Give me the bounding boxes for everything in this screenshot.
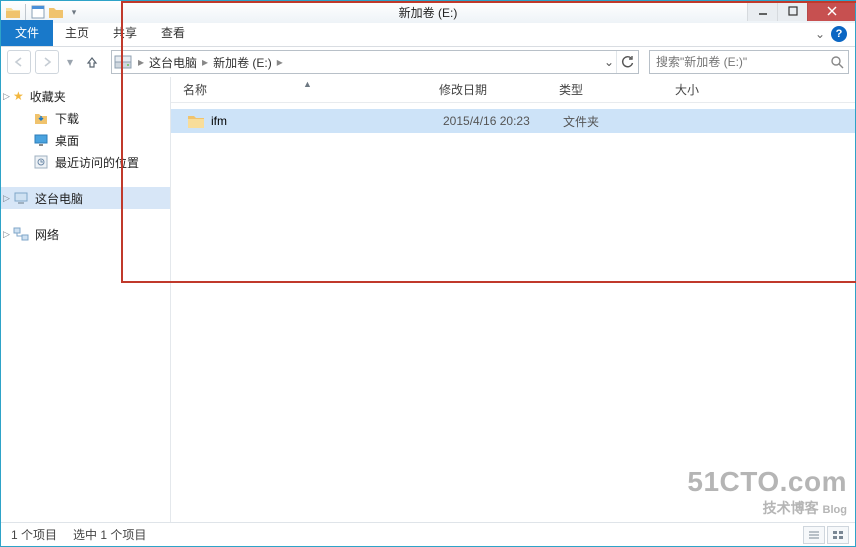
column-label: 名称 (183, 83, 207, 97)
sidebar-thispc[interactable]: ▷ 这台电脑 (1, 187, 170, 209)
column-date[interactable]: 修改日期 (439, 81, 559, 98)
column-name[interactable]: 名称 ▲ (183, 81, 439, 98)
view-switcher (803, 526, 849, 544)
thispc-group: ▷ 这台电脑 (1, 187, 170, 209)
expand-icon[interactable]: ▷ (3, 193, 13, 204)
address-dropdown-icon[interactable]: ⌄ (602, 55, 616, 69)
recent-icon (33, 154, 49, 170)
column-size[interactable]: 大小 (675, 81, 775, 98)
sidebar-downloads[interactable]: 下载 (1, 107, 170, 129)
file-list-pane: 名称 ▲ 修改日期 类型 大小 ifm 2015/4/16 20:23 文件夹 (171, 77, 855, 522)
up-button[interactable] (81, 51, 103, 73)
separator (25, 4, 26, 20)
computer-icon (13, 190, 29, 206)
body: ▷ ★ 收藏夹 下载 桌面 最近访问的位置 (1, 77, 855, 522)
refresh-button[interactable] (616, 51, 636, 73)
breadcrumb-caret-icon[interactable]: ▸ (136, 55, 146, 69)
address-bar[interactable]: ▸ 这台电脑 ▸ 新加卷 (E:) ▸ ⌄ (111, 50, 639, 74)
drive-icon (114, 54, 132, 70)
downloads-icon (33, 110, 49, 126)
folder-icon (187, 113, 205, 129)
sidebar-label: 最近访问的位置 (55, 154, 139, 171)
column-headers: 名称 ▲ 修改日期 类型 大小 (171, 77, 855, 103)
navigation-pane: ▷ ★ 收藏夹 下载 桌面 最近访问的位置 (1, 77, 171, 522)
sidebar-label: 下载 (55, 110, 79, 127)
quick-access-toolbar: ▾ (1, 4, 82, 20)
favorites-group: ▷ ★ 收藏夹 下载 桌面 最近访问的位置 (1, 85, 170, 173)
back-button[interactable] (7, 50, 31, 74)
file-row[interactable]: ifm 2015/4/16 20:23 文件夹 (171, 109, 855, 133)
search-icon[interactable] (830, 55, 844, 69)
sidebar-recent[interactable]: 最近访问的位置 (1, 151, 170, 173)
sidebar-network[interactable]: ▷ 网络 (1, 223, 170, 245)
explorer-window: ▾ 新加卷 (E:) 文件 主页 共享 查看 ⌄ ? ▾ ▸ 这台电脑 ▸ 新加… (0, 0, 856, 547)
qat-dropdown-icon[interactable]: ▾ (66, 4, 82, 20)
breadcrumb-caret-icon[interactable]: ▸ (200, 55, 210, 69)
search-input[interactable] (654, 54, 830, 70)
sidebar-label: 网络 (35, 226, 59, 243)
sort-indicator-icon: ▲ (303, 79, 312, 89)
status-bar: 1 个项目 选中 1 个项目 (1, 522, 855, 546)
minimize-ribbon-icon[interactable]: ⌄ (815, 27, 825, 41)
app-icon (5, 4, 21, 20)
help-icon[interactable]: ? (831, 26, 847, 42)
file-tab[interactable]: 文件 (1, 20, 53, 46)
desktop-icon (33, 132, 49, 148)
column-type[interactable]: 类型 (559, 81, 675, 98)
history-dropdown-icon[interactable]: ▾ (63, 55, 77, 69)
minimize-button[interactable] (747, 1, 777, 21)
breadcrumb-thispc[interactable]: 这台电脑 (146, 54, 200, 71)
new-folder-icon[interactable] (48, 4, 64, 20)
navigation-bar: ▾ ▸ 这台电脑 ▸ 新加卷 (E:) ▸ ⌄ (1, 47, 855, 77)
forward-button[interactable] (35, 50, 59, 74)
window-controls (747, 1, 855, 21)
file-rows: ifm 2015/4/16 20:23 文件夹 (171, 103, 855, 522)
details-view-button[interactable] (803, 526, 825, 544)
star-icon: ★ (13, 89, 24, 103)
expand-icon[interactable]: ▷ (3, 91, 13, 102)
maximize-button[interactable] (777, 1, 807, 21)
expand-icon[interactable]: ▷ (3, 229, 13, 240)
ribbon-tabs: 文件 主页 共享 查看 ⌄ ? (1, 23, 855, 47)
tab-view[interactable]: 查看 (149, 20, 197, 46)
sidebar-label: 这台电脑 (35, 190, 83, 207)
tab-share[interactable]: 共享 (101, 20, 149, 46)
sidebar-label: 桌面 (55, 132, 79, 149)
search-box[interactable] (649, 50, 849, 74)
sidebar-desktop[interactable]: 桌面 (1, 129, 170, 151)
close-button[interactable] (807, 1, 855, 21)
properties-icon[interactable] (30, 4, 46, 20)
sidebar-favorites[interactable]: ▷ ★ 收藏夹 (1, 85, 170, 107)
breadcrumb-caret-icon[interactable]: ▸ (275, 55, 285, 69)
network-group: ▷ 网络 (1, 223, 170, 245)
item-count: 1 个项目 (11, 526, 57, 543)
file-type: 文件夹 (563, 113, 679, 130)
sidebar-label: 收藏夹 (30, 88, 66, 105)
breadcrumb-drive[interactable]: 新加卷 (E:) (210, 54, 275, 71)
icons-view-button[interactable] (827, 526, 849, 544)
tab-home[interactable]: 主页 (53, 20, 101, 46)
file-name: ifm (211, 114, 443, 128)
selection-count: 选中 1 个项目 (73, 526, 146, 543)
window-title: 新加卷 (E:) (1, 4, 855, 21)
network-icon (13, 226, 29, 242)
file-date: 2015/4/16 20:23 (443, 114, 563, 128)
ribbon-right: ⌄ ? (815, 26, 847, 42)
